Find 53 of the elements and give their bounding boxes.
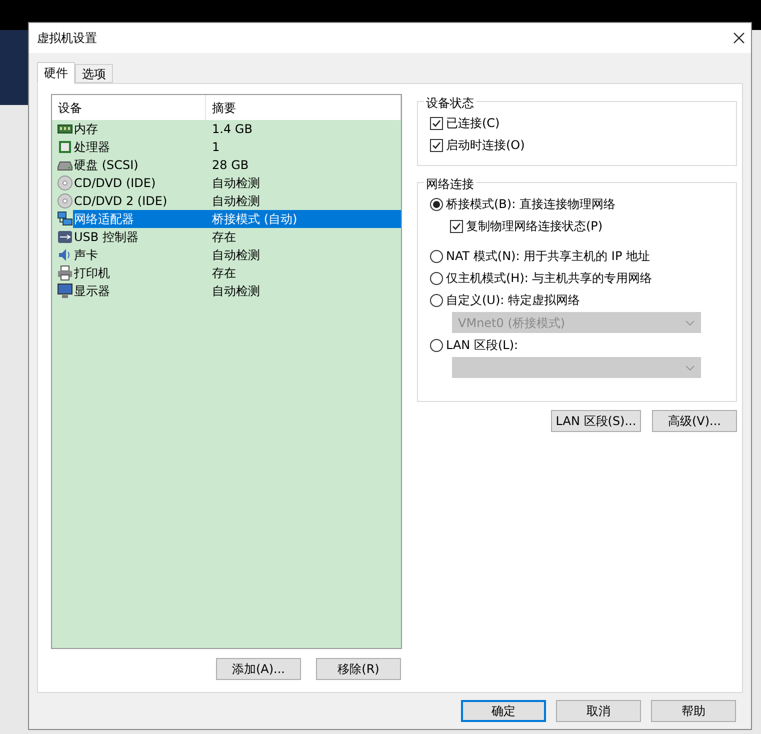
chip-icon bbox=[57, 139, 73, 155]
checkbox[interactable] bbox=[450, 220, 463, 232]
checkbox-label[interactable]: 启动时连接(O) bbox=[446, 136, 525, 154]
group-title: 设备状态 bbox=[424, 94, 476, 112]
printer-icon bbox=[57, 265, 73, 281]
dialog-button[interactable]: 移除(R) bbox=[316, 658, 401, 680]
device-row[interactable]: 硬盘 (SCSI) 28 GB bbox=[73, 156, 401, 174]
disc-icon bbox=[57, 175, 73, 191]
chevron-icon bbox=[685, 320, 695, 326]
dialog-button[interactable]: 帮助 bbox=[651, 700, 736, 722]
checkbox-label[interactable]: 复制物理网络连接状态(P) bbox=[466, 217, 603, 235]
radio-label[interactable]: NAT 模式(N): 用于共享主机的 IP 地址 bbox=[446, 247, 650, 265]
device-row[interactable]: USB 控制器 存在 bbox=[73, 228, 401, 246]
radio-label[interactable]: 桥接模式(B): 直接连接物理网络 bbox=[446, 195, 616, 213]
radio-button[interactable] bbox=[430, 338, 443, 352]
device-row[interactable]: 打印机 存在 bbox=[73, 264, 401, 282]
dialog-button[interactable]: 高级(V)... bbox=[652, 410, 737, 432]
radio-button[interactable] bbox=[430, 250, 443, 262]
radio-label[interactable]: 仅主机模式(H): 与主机共享的专用网络 bbox=[446, 269, 652, 287]
window-title: 虚拟机设置 bbox=[37, 30, 97, 47]
tab[interactable]: 硬件 bbox=[37, 62, 75, 84]
monitor-icon bbox=[57, 283, 73, 299]
chevron-icon bbox=[685, 364, 695, 370]
device-row[interactable]: 声卡 自动检测 bbox=[73, 246, 401, 264]
radio-button[interactable] bbox=[430, 198, 443, 210]
dialog-button[interactable]: 添加(A)... bbox=[216, 658, 301, 680]
checkmark-icon bbox=[451, 220, 462, 232]
device-row[interactable]: CD/DVD (IDE) 自动检测 bbox=[73, 174, 401, 192]
column-header[interactable]: 摘要 bbox=[206, 95, 401, 120]
device-row[interactable]: CD/DVD 2 (IDE) 自动检测 bbox=[73, 192, 401, 210]
usb-icon bbox=[57, 229, 73, 245]
device-row[interactable]: 网络适配器 桥接模式 (自动) bbox=[73, 210, 401, 228]
dialog-button[interactable]: 取消 bbox=[556, 700, 641, 722]
disc-icon bbox=[57, 193, 73, 209]
group-title: 网络连接 bbox=[424, 175, 476, 193]
network-icon bbox=[57, 211, 73, 227]
checkbox-label[interactable]: 已连接(C) bbox=[446, 114, 500, 132]
dialog-button[interactable]: 确定 bbox=[461, 700, 546, 722]
close-icon[interactable] bbox=[733, 32, 745, 44]
checkmark-icon bbox=[431, 118, 442, 128]
device-row[interactable]: 显示器 自动检测 bbox=[73, 282, 401, 300]
checkmark-icon bbox=[431, 140, 442, 150]
checkbox[interactable] bbox=[430, 138, 443, 152]
dialog-button[interactable]: LAN 区段(S)... bbox=[551, 410, 641, 432]
radio-label[interactable]: 自定义(U): 特定虚拟网络 bbox=[446, 291, 580, 309]
radio-button[interactable] bbox=[430, 294, 443, 306]
device-row[interactable]: 处理器 1 bbox=[73, 138, 401, 156]
checkbox[interactable] bbox=[430, 116, 443, 130]
device-row[interactable]: 内存 1.4 GB bbox=[73, 120, 401, 138]
radio-button[interactable] bbox=[430, 272, 443, 284]
radio-label[interactable]: LAN 区段(L): bbox=[446, 336, 518, 354]
tab[interactable]: 选项 bbox=[75, 64, 113, 83]
column-header[interactable]: 设备 bbox=[52, 95, 206, 120]
